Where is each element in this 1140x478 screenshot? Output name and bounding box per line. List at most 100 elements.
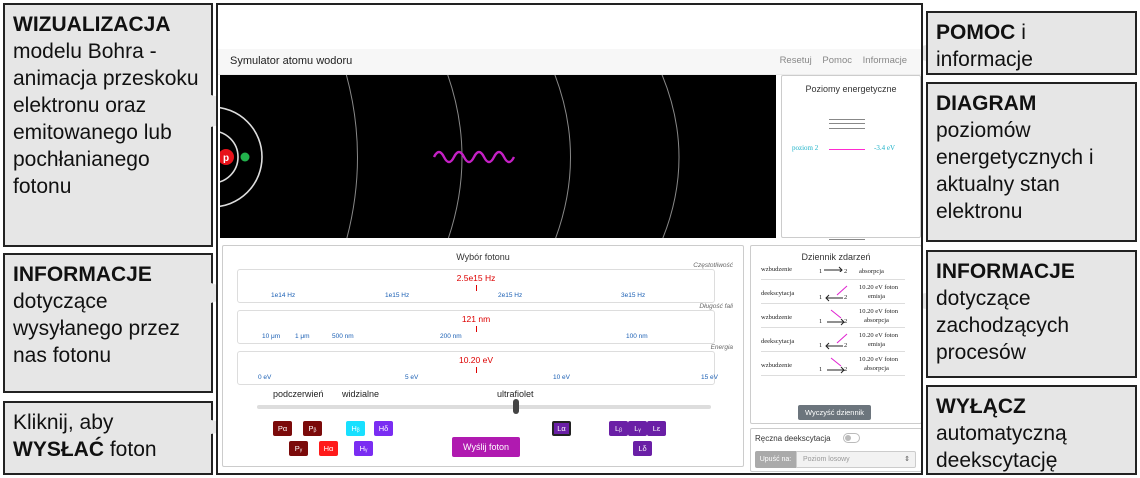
manual-deexcitation-toggle[interactable] bbox=[843, 433, 860, 443]
callout-photon-info: INFORMACJE dotyczące wysyłanego przez na… bbox=[3, 253, 213, 393]
callout-send-heading: WYSŁAĆ bbox=[13, 438, 104, 461]
frequency-tick: 2e15 Hz bbox=[498, 292, 523, 299]
reset-link[interactable]: Resetuj bbox=[780, 55, 812, 66]
paschen-gamma-button[interactable]: Pᵧ bbox=[289, 441, 308, 456]
balmer-beta-button[interactable]: Hᵦ bbox=[346, 421, 365, 436]
log-entry-photon: 10.20 eV foton bbox=[859, 332, 899, 339]
log-entry-from: 1 bbox=[819, 268, 823, 275]
log-entry: wzbudzenie 1 2 10.20 eV foton absorpcja bbox=[761, 306, 905, 328]
callout-help-heading: POMOC bbox=[936, 21, 1016, 44]
log-entry-type: deekscytacja bbox=[761, 338, 795, 345]
energy-tick: 5 eV bbox=[405, 374, 419, 381]
log-entry-from: 1 bbox=[819, 342, 823, 349]
log-entry-photon: 10.20 eV foton bbox=[859, 356, 899, 363]
clear-log-button[interactable]: Wyczyść dziennik bbox=[798, 405, 871, 420]
info-link[interactable]: Informacje bbox=[863, 55, 907, 66]
current-level-energy: -3.4 eV bbox=[874, 144, 895, 152]
log-entry-desc: absorpcja bbox=[864, 317, 889, 324]
event-log-panel: Dziennik zdarzeń wzbudzenie 1 2 absorpcj… bbox=[750, 245, 921, 424]
energy-scale[interactable]: 10.20 eV 0 eV 5 eV 10 eV 15 eV bbox=[237, 351, 718, 385]
frequency-marker bbox=[476, 285, 477, 291]
log-entry-from: 1 bbox=[819, 294, 823, 301]
callout-visualization-text: modelu Bohra - animacja przeskoku elektr… bbox=[13, 40, 199, 198]
balmer-gamma-button[interactable]: Hᵧ bbox=[354, 441, 373, 456]
energy-tick: 10 eV bbox=[553, 374, 570, 381]
log-entry-photon: 10.20 eV foton bbox=[859, 308, 899, 315]
frequency-value: 2.5e15 Hz bbox=[456, 273, 496, 283]
ground-level-line bbox=[829, 239, 865, 240]
wavelength-label: Długość fali bbox=[699, 303, 733, 310]
simulator-app: Symulator atomu wodoru Resetuj Pomoc Inf… bbox=[216, 3, 923, 475]
paschen-alpha-button[interactable]: Pα bbox=[273, 421, 292, 436]
log-entry: deekscytacja 1 2 10.20 eV foton emisja bbox=[761, 330, 905, 352]
energy-value: 10.20 eV bbox=[458, 355, 494, 365]
range-ultraviolet: ultrafiolet bbox=[497, 389, 534, 399]
callout-process-info: INFORMACJE dotyczące zachodzących proces… bbox=[926, 250, 1137, 378]
level-line bbox=[829, 123, 865, 124]
log-entry-type: wzbudzenie bbox=[761, 362, 793, 369]
lyman-delta-button[interactable]: Lδ bbox=[633, 441, 652, 456]
wavelength-marker bbox=[476, 326, 477, 332]
log-entry: wzbudzenie 1 2 absorpcja bbox=[761, 266, 905, 280]
callout-help: POMOC i informacje bbox=[926, 11, 1137, 75]
log-entry-desc: absorpcja bbox=[864, 365, 889, 372]
callout-send: Kliknij, aby WYSŁAĆ foton bbox=[3, 401, 213, 475]
drop-level-select[interactable]: Poziom losowy ⇕ bbox=[796, 451, 916, 468]
callout-process-info-heading: INFORMACJE bbox=[936, 260, 1075, 283]
frequency-tick: 1e15 Hz bbox=[385, 292, 410, 299]
chevron-updown-icon: ⇕ bbox=[904, 456, 910, 463]
lyman-epsilon-button[interactable]: Lε bbox=[647, 421, 666, 436]
energy-label: Energia bbox=[710, 344, 733, 351]
callout-deexcitation: WYŁĄCZ automatyczną deekscytację bbox=[926, 385, 1137, 475]
log-entry-type: wzbudzenie bbox=[761, 266, 793, 273]
callout-visualization-heading: WIZUALIZACJA bbox=[13, 13, 171, 36]
lyman-alpha-button[interactable]: Lα bbox=[552, 421, 571, 436]
electron bbox=[240, 152, 250, 162]
wavefront-3 bbox=[554, 75, 571, 238]
photon-wave bbox=[432, 150, 516, 164]
log-entry-photon: 10.20 eV foton bbox=[859, 284, 899, 291]
event-log-list: wzbudzenie 1 2 absorpcja deekscytacja 1 … bbox=[751, 266, 921, 398]
wavelength-value: 121 nm bbox=[461, 314, 491, 324]
paschen-beta-button[interactable]: Pᵦ bbox=[303, 421, 322, 436]
frequency-tick: 1e14 Hz bbox=[271, 292, 296, 299]
lyman-beta-button[interactable]: Lᵦ bbox=[609, 421, 628, 436]
log-entry-type: deekscytacja bbox=[761, 290, 795, 297]
balmer-delta-button[interactable]: Hδ bbox=[374, 421, 393, 436]
log-entry-desc: absorpcja bbox=[859, 268, 884, 275]
callout-photon-info-text: dotyczące wysyłanego przez nas fotonu bbox=[13, 290, 180, 367]
send-photon-button[interactable]: Wyślij foton bbox=[452, 437, 520, 457]
balmer-alpha-button[interactable]: Hα bbox=[319, 441, 338, 456]
wavelength-tick: 200 nm bbox=[440, 333, 462, 340]
toggle-knob bbox=[845, 435, 851, 441]
photon-selection-title: Wybór fotonu bbox=[456, 252, 510, 262]
emission-arrow-icon bbox=[825, 285, 848, 302]
lyman-gamma-button[interactable]: Lᵧ bbox=[628, 421, 647, 436]
frequency-scale[interactable]: 2.5e15 Hz 1e14 Hz 1e15 Hz 2e15 Hz 3e15 H… bbox=[237, 269, 715, 303]
manual-deexcitation-label: Ręczna deekscytacja bbox=[755, 434, 831, 443]
absorption-arrow-icon bbox=[827, 309, 845, 326]
proton-label: p bbox=[223, 153, 229, 164]
bohr-model-svg: p bbox=[220, 75, 680, 238]
photon-slider-thumb[interactable] bbox=[512, 399, 519, 414]
wavelength-tick: 500 nm bbox=[332, 333, 354, 340]
energy-tick: 15 eV bbox=[701, 374, 718, 381]
wavelength-scale[interactable]: 121 nm 10 μm 1 μm 500 nm 200 nm 100 nm bbox=[237, 310, 715, 344]
wavelength-tick: 1 μm bbox=[295, 333, 310, 340]
manual-deexcitation-panel: Ręczna deekscytacja Upuść na: Poziom los… bbox=[750, 428, 921, 472]
current-level-line bbox=[829, 149, 865, 150]
wavefront-4 bbox=[661, 75, 680, 238]
app-title: Symulator atomu wodoru bbox=[230, 55, 353, 67]
nav-links: Resetuj Pomoc Informacje bbox=[772, 55, 907, 66]
navbar: Symulator atomu wodoru Resetuj Pomoc Inf… bbox=[218, 49, 921, 75]
energy-levels-panel: Poziomy energetyczne poziom 2 -3.4 eV bbox=[781, 75, 921, 240]
arrow-icon bbox=[824, 266, 843, 272]
frequency-tick: 3e15 Hz bbox=[621, 292, 646, 299]
energy-tick: 0 eV bbox=[258, 374, 272, 381]
drop-on-label: Upuść na: bbox=[755, 451, 796, 468]
log-entry: wzbudzenie 1 2 10.20 eV foton absorpcja bbox=[761, 354, 905, 376]
callout-send-line1: Kliknij, aby bbox=[13, 411, 114, 434]
photon-slider-track[interactable] bbox=[257, 405, 711, 409]
absorption-arrow-icon bbox=[827, 357, 845, 374]
help-link[interactable]: Pomoc bbox=[822, 55, 852, 66]
